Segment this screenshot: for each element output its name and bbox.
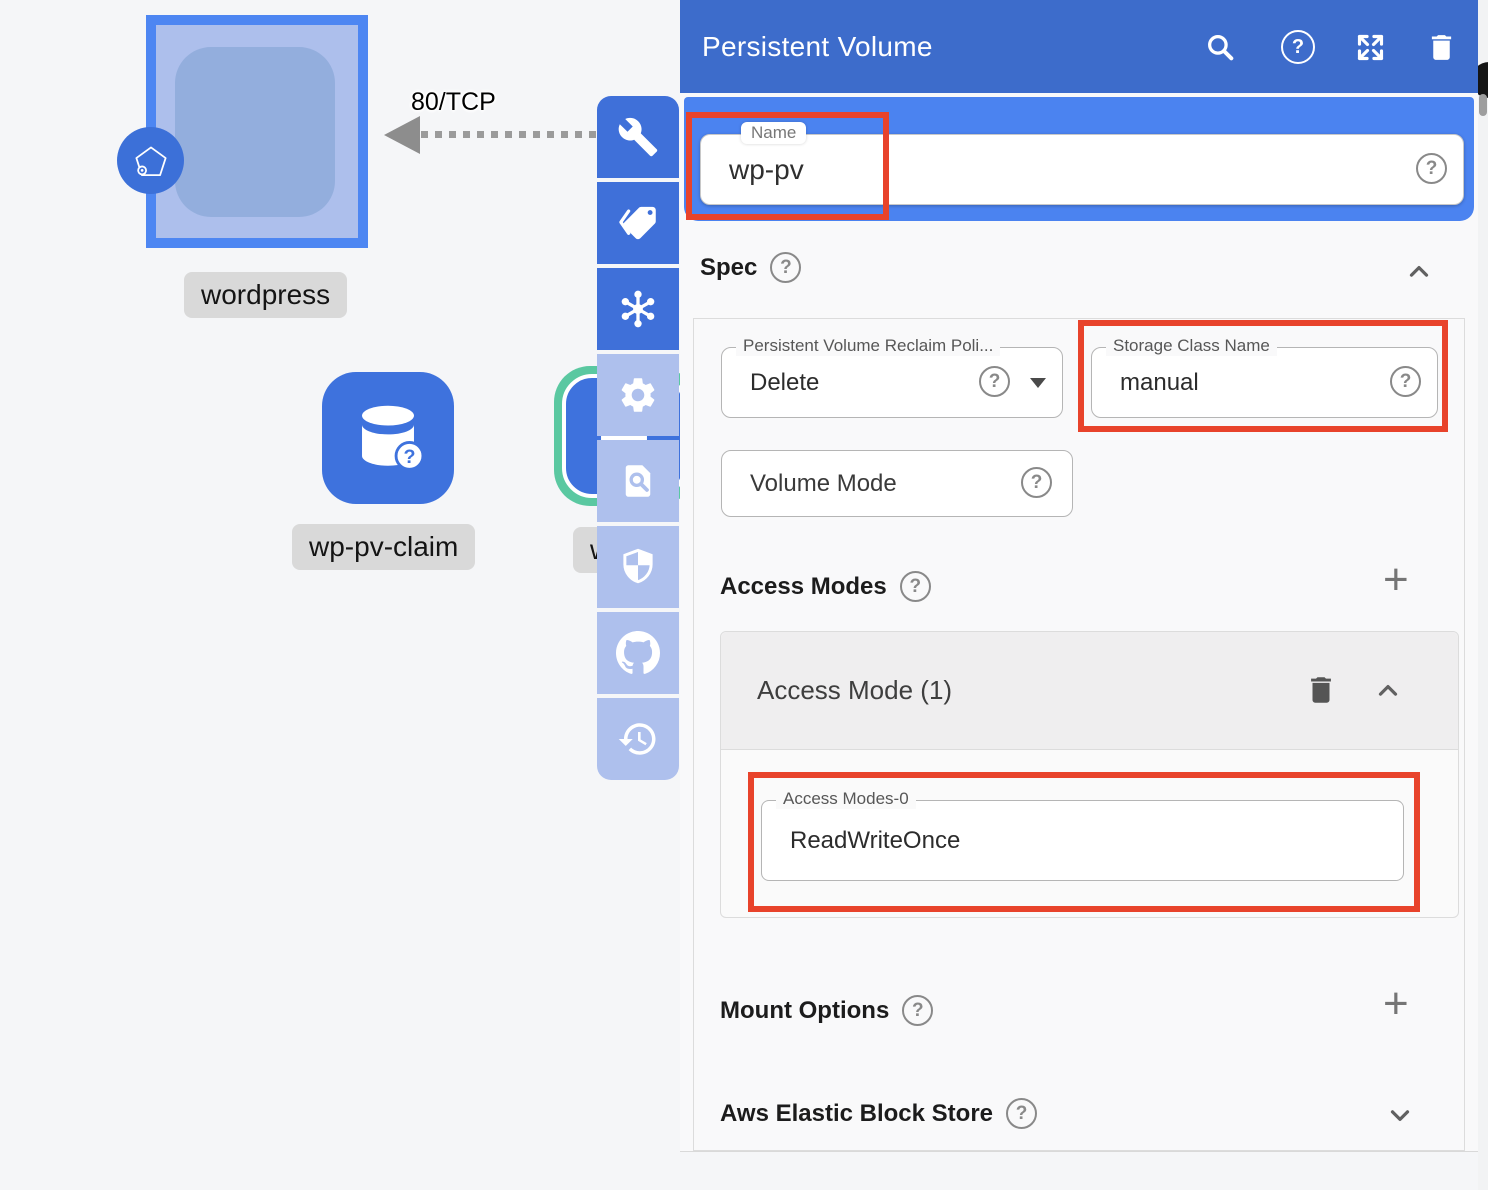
toolbar-wrench-button[interactable]	[597, 96, 679, 178]
access-modes-heading: Access Modes	[720, 573, 887, 601]
toolbar-github-button[interactable]	[597, 612, 679, 694]
name-input[interactable]: Name wp-pv ?	[700, 134, 1464, 205]
fullscreen-icon	[1354, 31, 1387, 64]
reclaim-policy-value[interactable]: Delete	[750, 348, 819, 417]
access-mode-0-value[interactable]: ReadWriteOnce	[790, 801, 960, 880]
reclaim-policy-select[interactable]: Persistent Volume Reclaim Poli... Delete…	[721, 347, 1063, 418]
volume-mode-help-icon[interactable]: ?	[1021, 467, 1052, 498]
spec-collapse-chevron-up-icon[interactable]	[1404, 257, 1434, 287]
toolbar-hub-button[interactable]	[597, 268, 679, 350]
fullscreen-button[interactable]	[1351, 28, 1389, 66]
edge-dotted-line	[421, 131, 598, 138]
page-scrollbar-thumb[interactable]	[1479, 94, 1487, 116]
access-modes-heading-row: Access Modes ?	[720, 571, 931, 602]
history-icon	[617, 718, 659, 760]
question-glyph: ?	[403, 446, 415, 468]
spec-heading: Spec	[700, 254, 757, 282]
panel-title: Persistent Volume	[702, 0, 933, 93]
storage-class-value[interactable]: manual	[1120, 348, 1199, 417]
trash-icon	[1425, 31, 1458, 64]
storage-class-input[interactable]: Storage Class Name manual ?	[1091, 347, 1438, 418]
edge-port-label: 80/TCP	[411, 88, 496, 117]
aws-ebs-heading: Aws Elastic Block Store	[720, 1100, 993, 1128]
storage-class-help-icon[interactable]: ?	[1390, 366, 1421, 397]
doc-search-icon	[617, 460, 659, 502]
access-mode-card: Access Mode (1) Access Modes-0 ReadWrite…	[720, 631, 1459, 918]
app: wordpress 80/TCP ? wp-pv-claim w	[0, 0, 1488, 1190]
diagram-toolbar	[597, 96, 679, 780]
wordpress-pod-node[interactable]	[146, 15, 368, 248]
delete-access-mode-button[interactable]	[1304, 673, 1338, 707]
volume-mode-field[interactable]: Volume Mode ?	[721, 450, 1073, 517]
access-mode-card-title: Access Mode (1)	[757, 632, 952, 749]
mount-options-heading: Mount Options	[720, 997, 889, 1025]
access-mode-collapse-chevron-up-icon[interactable]	[1373, 676, 1403, 706]
github-icon	[616, 631, 660, 675]
search-icon	[1203, 30, 1237, 64]
hub-icon	[616, 287, 660, 331]
tag-icon	[617, 202, 659, 244]
spec-heading-row: Spec ?	[700, 252, 801, 283]
search-button[interactable]	[1201, 28, 1239, 66]
access-mode-card-header[interactable]: Access Mode (1)	[721, 632, 1458, 750]
wp-pv-claim-node[interactable]: ?	[322, 372, 454, 504]
volume-mode-label: Volume Mode	[750, 451, 897, 516]
add-access-mode-button[interactable]: +	[1383, 558, 1409, 602]
aws-ebs-heading-row: Aws Elastic Block Store ?	[720, 1098, 1037, 1129]
access-mode-card-body: Access Modes-0 ReadWriteOnce	[721, 750, 1458, 918]
edge-arrowhead-icon	[384, 116, 420, 154]
persistent-volume-panel: Persistent Volume ? Name wp-pv ? Spec	[680, 0, 1478, 1152]
page-scrollbar-track[interactable]	[1478, 0, 1488, 1190]
wordpress-pod-inner	[175, 47, 335, 217]
aws-ebs-help-icon[interactable]: ?	[1006, 1098, 1037, 1129]
aws-ebs-expand-chevron-down-icon[interactable]	[1385, 1100, 1415, 1130]
access-modes-help-icon[interactable]: ?	[900, 571, 931, 602]
toolbar-gear-button[interactable]	[597, 354, 679, 436]
dropdown-caret-icon[interactable]	[1030, 378, 1046, 388]
toolbar-shield-button[interactable]	[597, 526, 679, 608]
spec-help-icon[interactable]: ?	[770, 252, 801, 283]
access-mode-0-input[interactable]: Access Modes-0 ReadWriteOnce	[761, 800, 1404, 881]
database-icon: ?	[345, 395, 431, 481]
help-icon: ?	[1281, 30, 1315, 64]
toolbar-tag-button[interactable]	[597, 182, 679, 264]
reclaim-help-icon[interactable]: ?	[979, 366, 1010, 397]
wordpress-label: wordpress	[184, 272, 347, 318]
help-button[interactable]: ?	[1279, 28, 1317, 66]
wrench-icon	[617, 116, 659, 158]
mount-options-heading-row: Mount Options ?	[720, 995, 933, 1026]
wp-pv-claim-label: wp-pv-claim	[292, 524, 475, 570]
toolbar-history-button[interactable]	[597, 698, 679, 780]
shield-icon	[617, 546, 659, 588]
name-field-value[interactable]: wp-pv	[729, 135, 804, 204]
add-mount-option-button[interactable]: +	[1383, 982, 1409, 1026]
gear-icon	[617, 374, 659, 416]
name-help-icon[interactable]: ?	[1416, 153, 1447, 184]
delete-resource-button[interactable]	[1422, 28, 1460, 66]
panel-header: Persistent Volume ?	[680, 0, 1478, 93]
mount-options-help-icon[interactable]: ?	[902, 995, 933, 1026]
name-section: Name wp-pv ?	[684, 97, 1474, 221]
pod-badge-icon	[117, 127, 184, 194]
toolbar-doc-search-button[interactable]	[597, 440, 679, 522]
